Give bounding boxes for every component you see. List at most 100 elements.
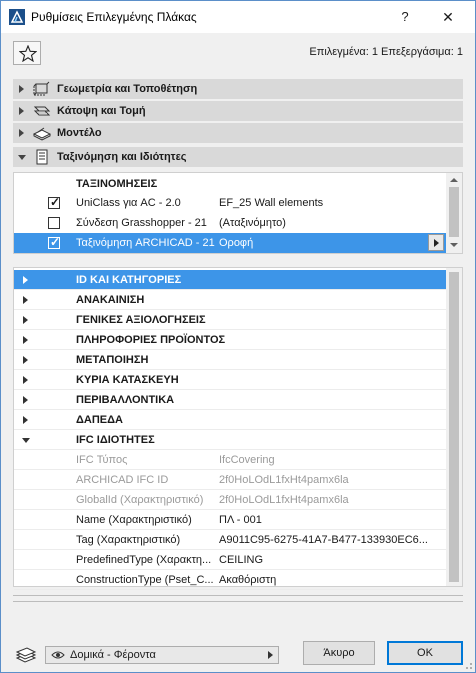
collapse-arrow-icon[interactable] xyxy=(22,438,30,443)
classification-name: Σύνδεση Grasshopper - 21 xyxy=(76,217,207,229)
section-floor-plan-section[interactable]: Κάτοψη και Τομή xyxy=(13,101,463,121)
classifications-scrollbar[interactable] xyxy=(446,173,462,253)
classification-value: (Αταξινόμητο) xyxy=(219,217,286,229)
property-group-label: ΑΝΑΚΑΙΝΙΣΗ xyxy=(76,294,145,306)
classification-picker-button[interactable] xyxy=(428,234,444,251)
classifications-list: ΤΑΞΙΝΟΜΗΣΕΙΣ ✓ UniClass για AC - 2.0 EF_… xyxy=(13,172,463,254)
property-group-general-ratings[interactable]: ΓΕΝΙΚΕΣ ΑΞΙΟΛΟΓΗΣΕΙΣ xyxy=(14,310,446,330)
property-group-label: ΠΕΡΙΒΑΛΛΟΝΤΙΚΑ xyxy=(76,394,175,406)
expand-arrow-icon[interactable] xyxy=(23,316,28,324)
scroll-thumb[interactable] xyxy=(449,187,459,237)
close-button[interactable]: ✕ xyxy=(433,7,463,27)
property-row[interactable]: Tag (Χαρακτηριστικό) A9011C95-6275-41A7-… xyxy=(14,530,446,550)
property-name: ARCHICAD IFC ID xyxy=(76,474,169,486)
classification-name: Ταξινόμηση ARCHICAD - 21 xyxy=(76,237,215,249)
property-value[interactable]: A9011C95-6275-41A7-B477-133930EC6... xyxy=(219,534,441,546)
section-classification-properties[interactable]: Ταξινόμηση και Ιδιότητες xyxy=(13,147,463,167)
help-button[interactable]: ? xyxy=(393,7,417,27)
arrow-right-icon xyxy=(268,651,273,659)
classification-value: Οροφή xyxy=(219,237,254,249)
expand-arrow-icon[interactable] xyxy=(23,376,28,384)
classification-checkbox[interactable]: ✓ xyxy=(48,195,61,209)
property-group-environmental[interactable]: ΠΕΡΙΒΑΛΛΟΝΤΙΚΑ xyxy=(14,390,446,410)
classification-row[interactable]: Σύνδεση Grasshopper - 21 (Αταξινόμητο) xyxy=(14,213,446,233)
property-row: ARCHICAD IFC ID 2f0HoLOdL1fxHt4pamx6la xyxy=(14,470,446,490)
resize-grip-icon[interactable] xyxy=(463,660,473,670)
property-row: GlobalId (Χαρακτηριστικό) 2f0HoLOdL1fxHt… xyxy=(14,490,446,510)
arrow-right-icon xyxy=(434,239,439,247)
property-group-label: ΚΥΡΙΑ ΚΑΤΑΣΚΕΥΗ xyxy=(76,374,179,386)
favorites-button[interactable] xyxy=(13,41,41,65)
property-value: 2f0HoLOdL1fxHt4pamx6la xyxy=(219,474,349,486)
property-group-renovation[interactable]: ΑΝΑΚΑΙΝΙΣΗ xyxy=(14,290,446,310)
expand-arrow-icon xyxy=(19,107,24,115)
properties-scrollbar[interactable] xyxy=(446,268,462,586)
property-row[interactable]: ConstructionType (Pset_C... Ακαθόριστη xyxy=(14,570,446,590)
expand-arrow-icon xyxy=(19,129,24,137)
property-group-floors[interactable]: ΔΑΠΕΔΑ xyxy=(14,410,446,430)
classification-name: UniClass για AC - 2.0 xyxy=(76,197,181,209)
property-value[interactable]: CEILING xyxy=(219,554,441,566)
expand-arrow-icon[interactable] xyxy=(23,416,28,424)
layer-value: Δομικά - Φέροντα xyxy=(70,649,156,661)
property-group-manufacturing[interactable]: ΜΕΤΑΠΟΙΗΣΗ xyxy=(14,350,446,370)
section-label: Ταξινόμηση και Ιδιότητες xyxy=(57,151,187,163)
expand-arrow-icon[interactable] xyxy=(23,356,28,364)
expand-arrow-icon xyxy=(19,85,24,93)
property-name: PredefinedType (Χαρακτη... xyxy=(76,554,212,566)
expand-arrow-icon[interactable] xyxy=(23,396,28,404)
scroll-thumb[interactable] xyxy=(449,272,459,582)
classifications-header: ΤΑΞΙΝΟΜΗΣΕΙΣ xyxy=(76,178,158,190)
section-geometry-placement[interactable]: Γεωμετρία και Τοποθέτηση xyxy=(13,79,463,99)
layer-dropdown[interactable]: Δομικά - Φέροντα xyxy=(45,646,279,664)
property-group-label: ID ΚΑΙ ΚΑΤΗΓΟΡΙΕΣ xyxy=(76,274,182,286)
title-bar: Ρυθμίσεις Επιλεγμένης Πλάκας ? ✕ xyxy=(1,1,475,33)
property-name: ConstructionType (Pset_C... xyxy=(76,574,214,586)
properties-tree: ID ΚΑΙ ΚΑΤΗΓΟΡΙΕΣ ΑΝΑΚΑΙΝΙΣΗ ΓΕΝΙΚΕΣ ΑΞΙ… xyxy=(13,267,463,590)
scroll-down-icon[interactable] xyxy=(450,243,458,247)
property-group-label: ΜΕΤΑΠΟΙΗΣΗ xyxy=(76,354,149,366)
classification-value: EF_25 Wall elements xyxy=(219,197,324,209)
property-name: GlobalId (Χαρακτηριστικό) xyxy=(76,494,204,506)
classification-row-selected[interactable]: ✓ Ταξινόμηση ARCHICAD - 21 Οροφή xyxy=(14,233,446,253)
property-value[interactable]: Ακαθόριστη xyxy=(219,574,441,586)
property-name: Tag (Χαρακτηριστικό) xyxy=(76,534,181,546)
property-name: Name (Χαρακτηριστικό) xyxy=(76,514,192,526)
classification-checkbox[interactable]: ✓ xyxy=(48,235,61,249)
classification-checkbox[interactable] xyxy=(48,217,60,229)
check-icon: ✓ xyxy=(50,195,61,209)
ok-button[interactable]: OK xyxy=(387,641,463,665)
eye-icon xyxy=(51,651,65,659)
property-group-label: IFC ΙΔΙΟΤΗΤΕΣ xyxy=(76,434,155,446)
scroll-up-icon[interactable] xyxy=(450,178,458,182)
model-icon xyxy=(33,127,51,141)
property-row[interactable]: PredefinedType (Χαρακτη... CEILING xyxy=(14,550,446,570)
section-model[interactable]: Μοντέλο xyxy=(13,123,463,143)
property-group-structural[interactable]: ΚΥΡΙΑ ΚΑΤΑΣΚΕΥΗ xyxy=(14,370,446,390)
section-label: Γεωμετρία και Τοποθέτηση xyxy=(57,83,198,95)
property-row[interactable]: Name (Χαρακτηριστικό) ΠΛ - 001 xyxy=(14,510,446,530)
expand-arrow-icon[interactable] xyxy=(23,336,28,344)
collapse-arrow-icon xyxy=(18,155,26,160)
property-name: IFC Τύπος xyxy=(76,454,128,466)
property-group-id-categories[interactable]: ID ΚΑΙ ΚΑΤΗΓΟΡΙΕΣ xyxy=(14,270,446,290)
layers-icon xyxy=(15,647,37,663)
cancel-button[interactable]: Άκυρο xyxy=(303,641,375,665)
expand-arrow-icon[interactable] xyxy=(23,296,28,304)
property-value: IfcCovering xyxy=(219,454,275,466)
slab-geometry-icon xyxy=(33,81,50,96)
property-value[interactable]: ΠΛ - 001 xyxy=(219,514,441,526)
expand-arrow-icon[interactable] xyxy=(23,276,28,284)
property-group-product-info[interactable]: ΠΛΗΡΟΦΟΡΙΕΣ ΠΡΟΪΟΝΤΟΣ xyxy=(14,330,446,350)
property-group-ifc-properties[interactable]: IFC ΙΔΙΟΤΗΤΕΣ xyxy=(14,430,446,450)
section-label: Κάτοψη και Τομή xyxy=(57,105,146,117)
section-label: Μοντέλο xyxy=(57,127,102,139)
divider xyxy=(13,601,463,602)
property-row: IFC Τύπος IfcCovering xyxy=(14,450,446,470)
property-group-label: ΔΑΠΕΔΑ xyxy=(76,414,123,426)
property-value: 2f0HoLOdL1fxHt4pamx6la xyxy=(219,494,349,506)
property-group-label: ΓΕΝΙΚΕΣ ΑΞΙΟΛΟΓΗΣΕΙΣ xyxy=(76,314,206,326)
check-icon: ✓ xyxy=(50,235,61,249)
classification-row[interactable]: ✓ UniClass για AC - 2.0 EF_25 Wall eleme… xyxy=(14,193,446,213)
floor-plan-section-icon xyxy=(33,106,51,116)
